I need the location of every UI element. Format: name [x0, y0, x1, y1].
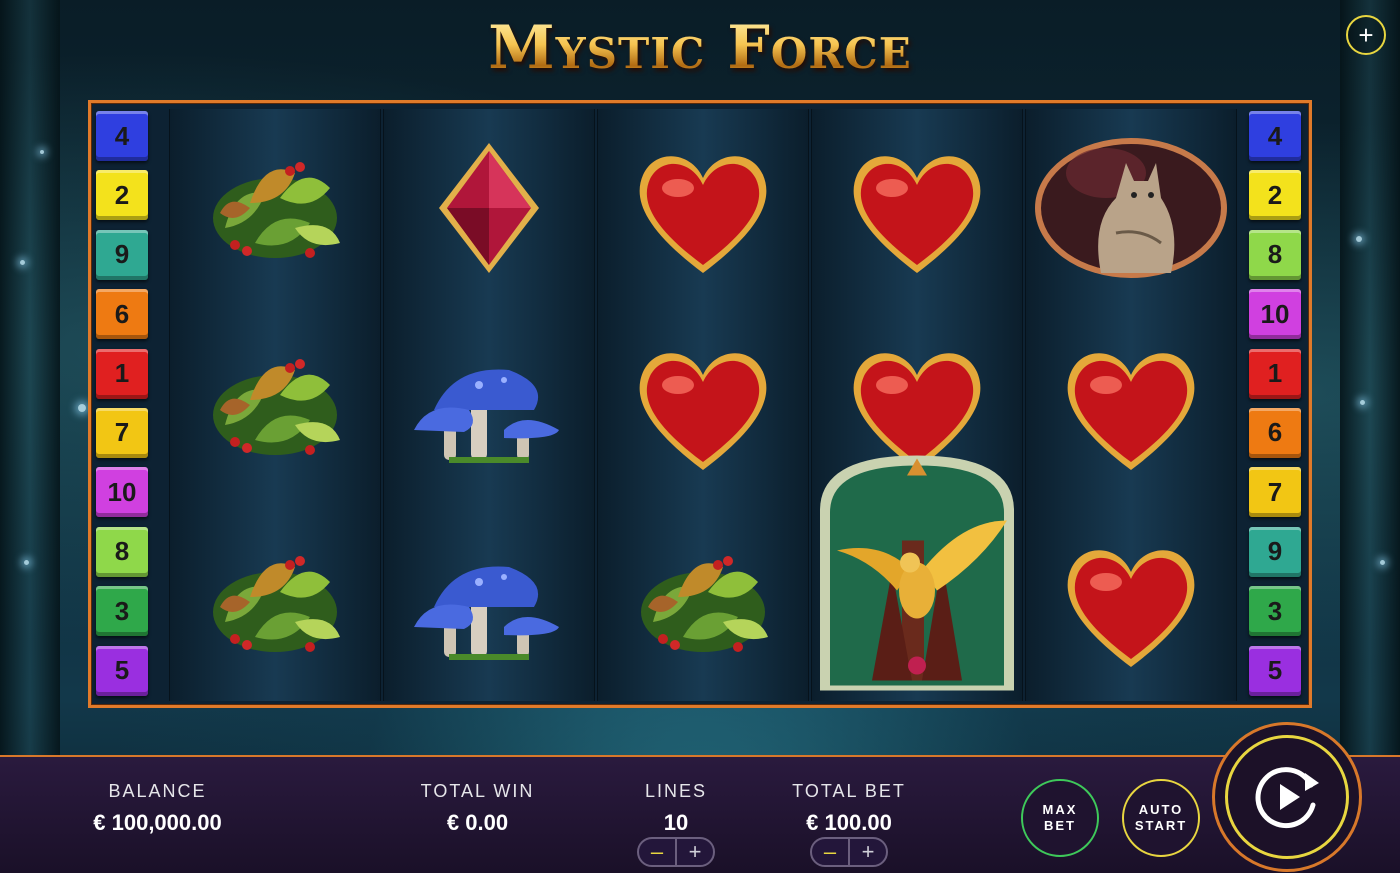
total-bet-value: € 100.00	[806, 810, 892, 835]
payline-badge-right: 3	[1249, 586, 1301, 637]
balance-value: € 100,000.00	[93, 810, 222, 835]
sparkle	[1356, 236, 1362, 242]
payline-badge-left: 9	[96, 229, 148, 280]
diamond-symbol	[384, 109, 594, 306]
leaf-bush-symbol	[598, 503, 808, 700]
max-bet-label-line2: BET	[1044, 818, 1076, 833]
auto-start-button[interactable]: AUTO START	[1122, 779, 1200, 857]
balance-label: BALANCE	[108, 781, 207, 801]
payline-badge-right: 5	[1249, 645, 1301, 696]
bottom-bar: BALANCE € 100,000.00 TOTAL WIN € 0.00 LI…	[0, 755, 1400, 873]
eagle-wild-symbol	[812, 445, 1022, 700]
sparkle	[78, 404, 86, 412]
spin-icon	[1255, 767, 1319, 829]
lines-stepper: – +	[637, 837, 715, 867]
bet-stepper: – +	[810, 837, 888, 867]
total-win-label: TOTAL WIN	[420, 781, 535, 801]
total-win-value: € 0.00	[446, 810, 509, 835]
total-bet-label: TOTAL BET	[792, 781, 906, 801]
lynx-symbol	[1026, 109, 1236, 306]
reel-1	[169, 109, 381, 701]
sparkle	[20, 260, 25, 265]
tree-trunk	[1340, 0, 1400, 763]
mushroom-symbol	[384, 503, 594, 700]
leaf-bush-symbol	[170, 109, 380, 306]
payline-badge-left: 4	[96, 111, 148, 161]
heart-symbol	[598, 306, 808, 503]
payline-badge-right: 2	[1249, 170, 1301, 221]
payline-badge-left: 10	[96, 467, 148, 518]
auto-start-label-line2: START	[1134, 818, 1188, 833]
lines-label: LINES	[644, 781, 708, 801]
game-logo: Mystic Force	[440, 2, 960, 94]
sparkle	[1380, 560, 1385, 565]
reel-4	[811, 109, 1023, 701]
auto-start-label-line1: AUTO	[1138, 802, 1184, 817]
heart-symbol	[1026, 503, 1236, 700]
payline-badge-right: 1	[1249, 348, 1301, 399]
reels	[169, 109, 1237, 701]
game-title: Mystic Force	[488, 13, 912, 83]
payline-badge-left: 2	[96, 170, 148, 221]
payline-badge-right: 8	[1249, 229, 1301, 280]
reel-frame: 4 2 9 6 1 7 10 8 3 5 4 2 8 10 1 6 7 9 3 …	[88, 100, 1312, 708]
payline-indicators-left: 4 2 9 6 1 7 10 8 3 5	[96, 111, 152, 705]
lines-decrease-button[interactable]: –	[639, 839, 677, 865]
lines-value: 10	[663, 810, 689, 835]
tree-trunk	[0, 0, 60, 763]
heart-symbol	[1026, 306, 1236, 503]
reel-2	[383, 109, 595, 701]
bet-increase-button[interactable]: +	[850, 839, 886, 865]
leaf-bush-symbol	[170, 503, 380, 700]
payline-badge-right: 10	[1249, 289, 1301, 340]
spin-button[interactable]	[1225, 735, 1349, 859]
max-bet-label-line1: MAX	[1042, 802, 1078, 817]
payline-badge-right: 4	[1249, 111, 1301, 161]
max-bet-button[interactable]: MAX BET	[1021, 779, 1099, 857]
payline-badge-left: 6	[96, 289, 148, 340]
sparkle	[40, 150, 44, 154]
bet-decrease-button[interactable]: –	[812, 839, 850, 865]
sparkle	[1360, 400, 1365, 405]
reel-3	[597, 109, 809, 701]
heart-symbol	[812, 109, 1022, 306]
payline-badge-right: 9	[1249, 526, 1301, 577]
total-win-display: TOTAL WIN € 0.00	[395, 781, 560, 836]
mushroom-symbol	[384, 306, 594, 503]
spin-button-housing	[1212, 722, 1362, 872]
payline-badge-left: 1	[96, 348, 148, 399]
leaf-bush-symbol	[170, 306, 380, 503]
lines-display: LINES 10	[626, 781, 726, 836]
payline-badge-left: 5	[96, 645, 148, 696]
balance-display: BALANCE € 100,000.00	[60, 781, 255, 836]
total-bet-display: TOTAL BET € 100.00	[770, 781, 928, 836]
payline-badge-right: 6	[1249, 407, 1301, 458]
lines-increase-button[interactable]: +	[677, 839, 713, 865]
reel-5	[1025, 109, 1237, 701]
menu-plus-button[interactable]: +	[1346, 15, 1386, 55]
payline-badge-left: 3	[96, 586, 148, 637]
heart-symbol	[598, 109, 808, 306]
payline-badge-right: 7	[1249, 467, 1301, 518]
payline-indicators-right: 4 2 8 10 1 6 7 9 3 5	[1249, 111, 1305, 705]
payline-badge-left: 7	[96, 407, 148, 458]
sparkle	[24, 560, 29, 565]
payline-badge-left: 8	[96, 526, 148, 577]
